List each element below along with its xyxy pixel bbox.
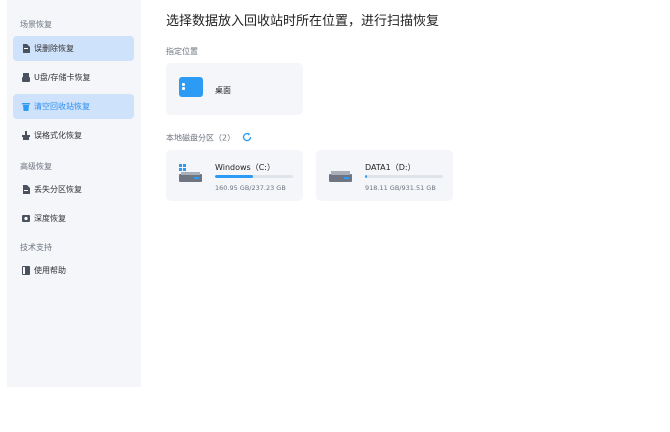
sidebar-item-partition-recovery[interactable]: 丢失分区恢复 xyxy=(13,177,134,202)
sidebar-item-label: 误格式化恢复 xyxy=(34,131,82,140)
recycle-bin-icon xyxy=(22,102,30,111)
drive-card-c[interactable]: Windows（C:） 160.95 GB/237.23 GB xyxy=(166,150,303,201)
section-title-support: 技术支持 xyxy=(20,243,52,252)
usb-icon xyxy=(22,73,30,82)
format-icon xyxy=(22,131,30,140)
sidebar-item-label: 丢失分区恢复 xyxy=(34,185,82,194)
location-label: 指定位置 xyxy=(166,47,198,56)
section-title-advanced: 高级恢复 xyxy=(20,162,52,171)
drive-size: 918.11 GB/931.51 GB xyxy=(365,184,436,192)
refresh-icon[interactable] xyxy=(242,132,252,144)
sidebar-item-recycle-bin-recovery[interactable]: 清空回收站恢复 xyxy=(13,94,134,119)
sidebar-item-deep-recovery[interactable]: 深度恢复 xyxy=(13,206,134,231)
page-title: 选择数据放入回收站时所在位置，进行扫描恢复 xyxy=(166,14,440,29)
drive-usage-bar xyxy=(365,175,443,178)
disks-label-row: 本地磁盘分区（2） xyxy=(166,132,252,144)
drive-usage-bar xyxy=(215,175,293,178)
sidebar-item-label: 误删除恢复 xyxy=(34,44,74,53)
desktop-label: 桌面 xyxy=(215,86,231,95)
sidebar-item-label: 清空回收站恢复 xyxy=(34,102,90,111)
sidebar-item-format-recovery[interactable]: 误格式化恢复 xyxy=(13,123,134,148)
hard-drive-icon xyxy=(178,164,203,188)
drive-usage-fill xyxy=(365,175,367,178)
sidebar-item-label: 深度恢复 xyxy=(34,214,66,223)
sidebar-item-help[interactable]: 使用帮助 xyxy=(13,258,134,283)
drive-usage-fill xyxy=(215,175,254,178)
disks-label: 本地磁盘分区（2） xyxy=(166,133,236,143)
help-book-icon xyxy=(22,266,30,275)
desktop-icon xyxy=(179,77,203,97)
document-icon xyxy=(22,44,30,53)
sidebar: 场景恢复 误删除恢复 U盘/存储卡恢复 清空回收站恢复 误格式化恢复 高级恢复 … xyxy=(7,0,141,387)
drive-name: DATA1（D:） xyxy=(365,163,416,172)
drive-name: Windows（C:） xyxy=(215,163,275,172)
drive-size: 160.95 GB/237.23 GB xyxy=(215,184,286,192)
hard-drive-icon xyxy=(328,164,353,188)
partition-icon xyxy=(22,185,30,194)
sidebar-item-label: 使用帮助 xyxy=(34,266,66,275)
deep-scan-icon xyxy=(22,214,30,223)
sidebar-item-deleted-recovery[interactable]: 误删除恢复 xyxy=(13,36,134,61)
sidebar-item-usb-recovery[interactable]: U盘/存储卡恢复 xyxy=(13,65,134,90)
sidebar-item-label: U盘/存储卡恢复 xyxy=(34,73,91,82)
desktop-location-card[interactable]: 桌面 xyxy=(166,63,303,115)
section-title-scene: 场景恢复 xyxy=(20,20,52,29)
drive-card-d[interactable]: DATA1（D:） 918.11 GB/931.51 GB xyxy=(316,150,453,201)
windows-logo-icon xyxy=(179,164,186,171)
